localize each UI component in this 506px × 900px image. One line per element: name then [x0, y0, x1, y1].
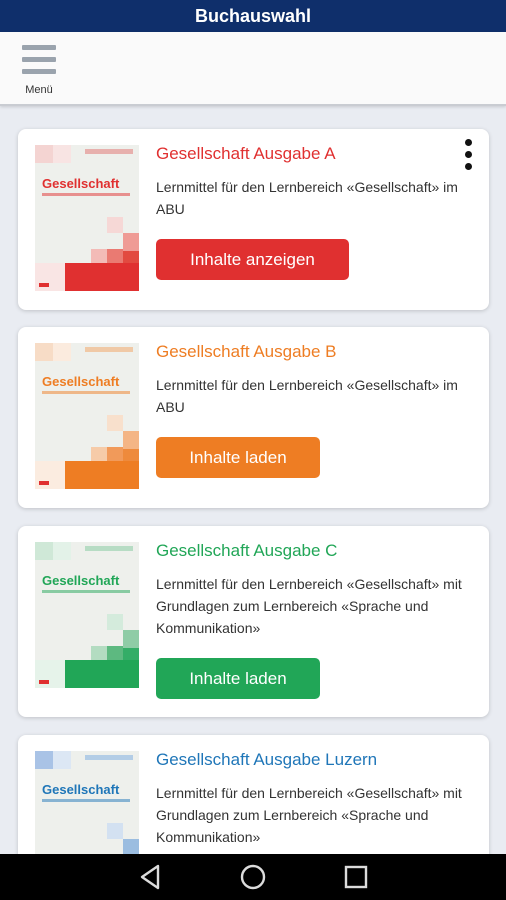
- cover-title-a: Gesellschaft: [42, 176, 120, 191]
- book-card-c: Gesellschaft Gesellschaft Ausgabe C Lern…: [18, 526, 489, 717]
- load-contents-button-b[interactable]: Inhalte laden: [156, 437, 320, 478]
- book-description-c: Lernmittel für den Lernbereich «Gesellsc…: [156, 576, 462, 636]
- cover-title-luzern: Gesellschaft: [42, 782, 120, 797]
- back-triangle-icon[interactable]: [136, 862, 166, 892]
- book-title-b: Gesellschaft Ausgabe B: [156, 342, 337, 361]
- menu-button[interactable]: Menü: [18, 42, 60, 100]
- recents-square-icon[interactable]: [341, 862, 371, 892]
- book-description-a: Lernmittel für den Lernbereich «Gesellsc…: [156, 179, 458, 217]
- show-contents-button-a[interactable]: Inhalte anzeigen: [156, 239, 349, 280]
- load-contents-button-c[interactable]: Inhalte laden: [156, 658, 320, 699]
- book-card-a: Gesellschaft Gesellschaft Ausgabe A Lern…: [18, 129, 489, 310]
- cover-title-b: Gesellschaft: [42, 374, 120, 389]
- book-card-b: Gesellschaft Gesellschaft Ausgabe B Lern…: [18, 327, 489, 508]
- book-list[interactable]: Gesellschaft Gesellschaft Ausgabe A Lern…: [0, 106, 506, 854]
- app-title-bar: Buchauswahl: [0, 0, 506, 32]
- book-title-a: Gesellschaft Ausgabe A: [156, 144, 336, 163]
- book-cover-b: Gesellschaft: [35, 343, 139, 489]
- book-title-luzern: Gesellschaft Ausgabe Luzern: [156, 750, 378, 769]
- menu-label: Menü: [25, 84, 53, 96]
- android-navigation-bar: [0, 854, 506, 900]
- book-cover-luzern: Gesellschaft: [35, 751, 139, 854]
- book-description-luzern: Lernmittel für den Lernbereich «Gesellsc…: [156, 785, 462, 845]
- home-circle-icon[interactable]: [238, 862, 268, 892]
- app-title: Buchauswahl: [194, 5, 312, 26]
- hamburger-menu-icon: [22, 45, 56, 75]
- more-options-icon[interactable]: [463, 139, 473, 171]
- cover-title-c: Gesellschaft: [42, 573, 120, 588]
- book-cover-c: Gesellschaft: [35, 542, 139, 688]
- book-description-b: Lernmittel für den Lernbereich «Gesellsc…: [156, 377, 458, 415]
- book-cover-a: Gesellschaft: [35, 145, 139, 291]
- book-card-luzern: Gesellschaft Gesellschaft Ausgabe Luzern…: [18, 735, 489, 854]
- book-title-c: Gesellschaft Ausgabe C: [156, 541, 338, 560]
- toolbar: Menü: [0, 32, 506, 106]
